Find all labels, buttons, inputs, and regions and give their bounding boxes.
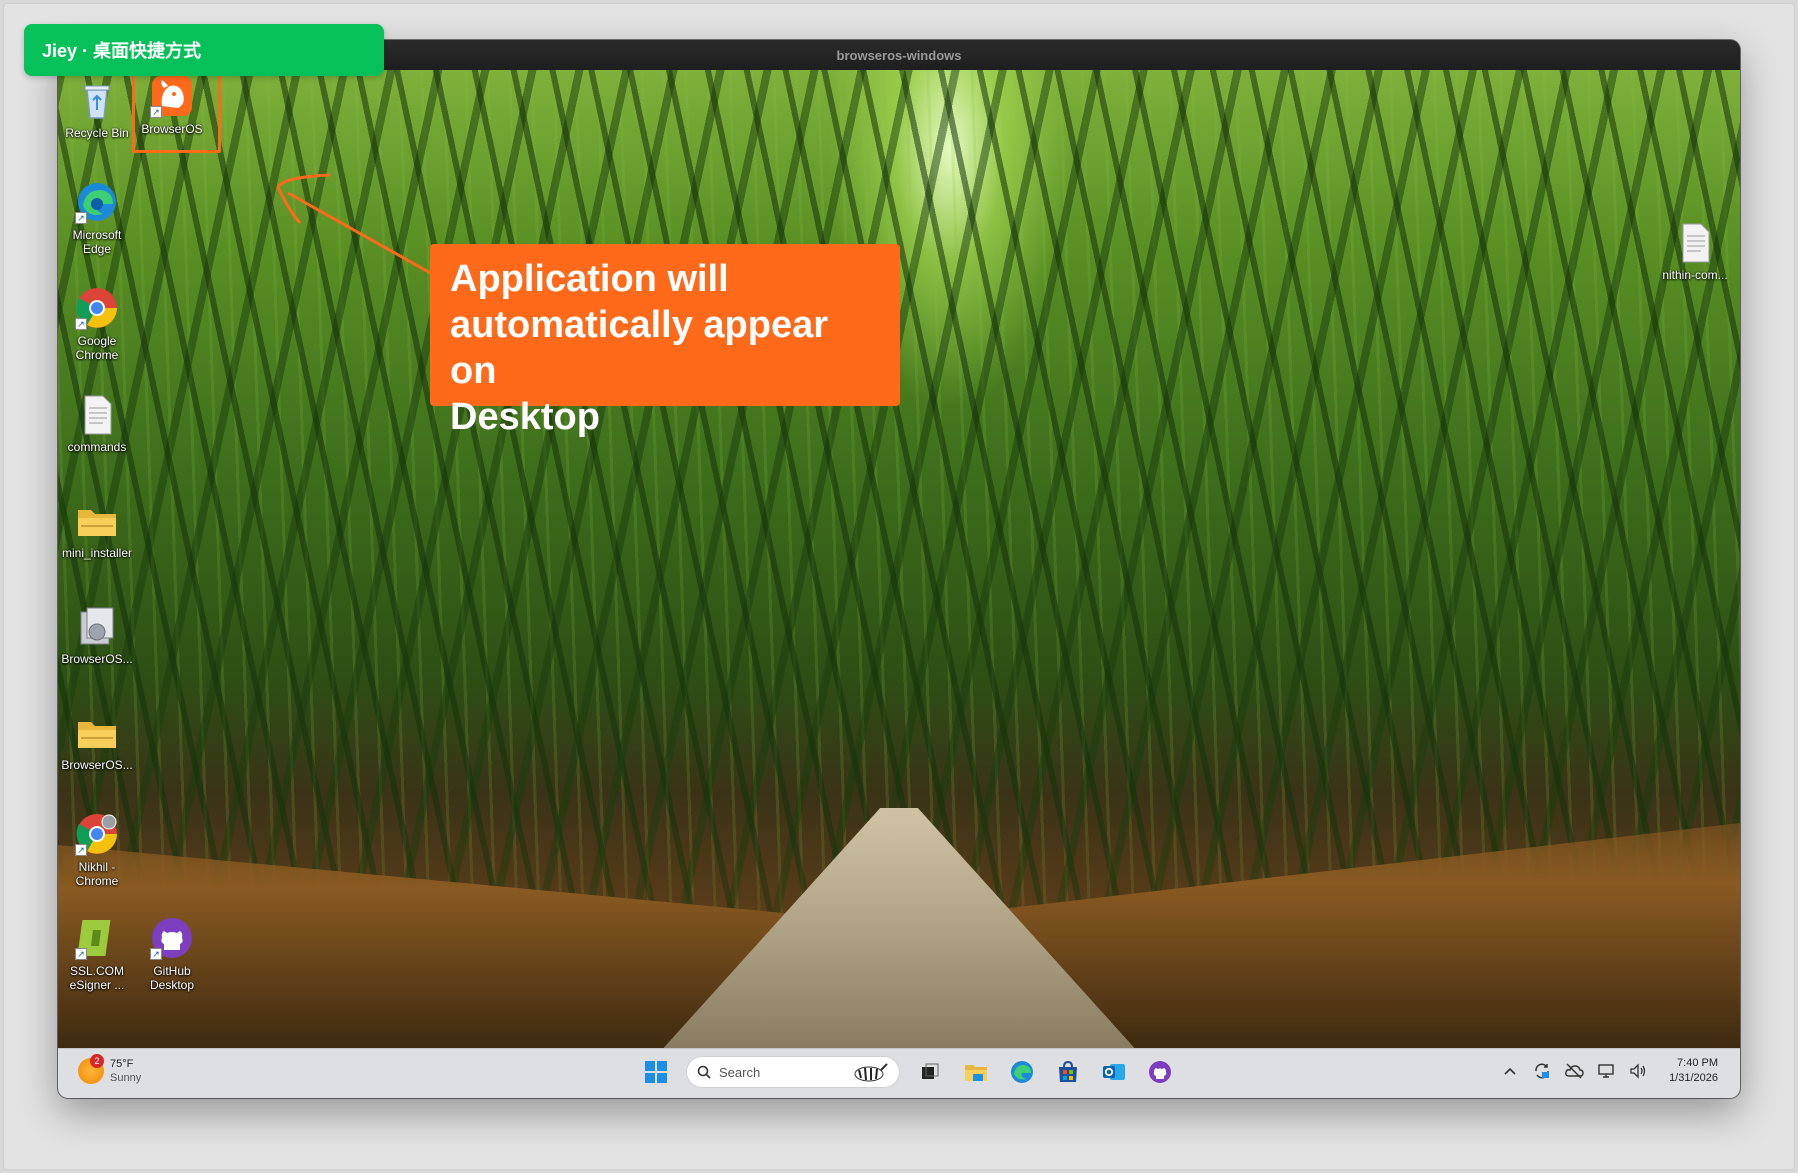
desktop-icon-edge[interactable]: ↗ Microsoft Edge — [60, 180, 134, 256]
github-label-line2: Desktop — [149, 978, 195, 992]
windows-logo-icon — [645, 1061, 667, 1083]
edge-icon: ↗ — [75, 180, 119, 224]
folder-icon — [75, 498, 119, 542]
annotation-line-3: Desktop — [450, 396, 600, 438]
esigner-icon: ↗ — [75, 916, 119, 960]
taskbar-center: Search — [640, 1056, 1176, 1088]
annotation-callout: Application will automatically appear on… — [430, 244, 900, 438]
desktop-icon-sslcom-esigner[interactable]: ↗ SSL.COM eSigner ... — [60, 916, 134, 992]
outlook-button[interactable] — [1098, 1056, 1130, 1088]
desktop-icon-commands[interactable]: commands — [60, 392, 134, 454]
chrome-icon: ↗ — [75, 286, 119, 330]
cloud-off-icon[interactable] — [1563, 1060, 1585, 1082]
desktop-icon-browseros-folder[interactable]: BrowserOS... — [60, 710, 134, 772]
desktop-icon-nithin-file[interactable]: nithin-com... — [1654, 220, 1736, 282]
github-label-line1: GitHub — [153, 964, 191, 978]
desktop-icon-mini-installer[interactable]: mini_installer — [60, 498, 134, 560]
task-view-icon — [922, 1063, 939, 1079]
sun-icon: 2 — [78, 1054, 104, 1084]
task-view-button[interactable] — [914, 1056, 946, 1088]
remote-window: browseros-windows Recycle Bin ↗ BrowserO… — [58, 40, 1740, 1098]
sslcom-label-line2: eSigner ... — [69, 978, 125, 992]
desktop[interactable]: Recycle Bin ↗ BrowserOS ↗ Microsoft Edge… — [58, 70, 1740, 1048]
browseros-folder-label: BrowserOS... — [61, 758, 133, 772]
sync-icon[interactable] — [1531, 1060, 1553, 1082]
github-taskbar-button[interactable] — [1144, 1056, 1176, 1088]
system-tray: 7:40 PM 1/31/2026 — [1499, 1056, 1718, 1086]
zebra-highlight-icon — [854, 1063, 888, 1082]
annotation-line-2: automatically appear on — [450, 304, 829, 392]
chrome-profile-icon: ↗ — [75, 812, 119, 856]
network-icon[interactable] — [1595, 1060, 1617, 1082]
sslcom-label-line1: SSL.COM — [69, 964, 124, 978]
weather-widget[interactable]: 2 75°F Sunny — [78, 1054, 142, 1085]
chrome-label-line2: Chrome — [75, 348, 119, 362]
edge-label-line2: Edge — [82, 242, 112, 256]
window-title: browseros-windows — [836, 47, 962, 63]
edge-label-line1: Microsoft — [72, 228, 122, 242]
github-desktop-icon — [1149, 1061, 1171, 1083]
chevron-up-icon[interactable] — [1499, 1060, 1521, 1082]
desktop-icon-recycle-bin[interactable]: Recycle Bin — [60, 78, 134, 140]
search-label: Search — [719, 1064, 761, 1080]
start-button[interactable] — [640, 1056, 672, 1088]
edge-taskbar-button[interactable] — [1006, 1056, 1038, 1088]
edge-icon — [1011, 1061, 1033, 1083]
nikhil-chrome-label-line2: Chrome — [75, 874, 119, 888]
shortcut-arrow-icon: ↗ — [75, 844, 87, 856]
browseros-highlight-box — [132, 70, 221, 153]
outlook-icon — [1103, 1064, 1125, 1080]
text-file-icon — [1673, 220, 1717, 264]
nithin-label: nithin-com... — [1662, 268, 1728, 282]
shortcut-arrow-icon: ↗ — [150, 948, 162, 960]
mini-installer-label: mini_installer — [61, 546, 133, 560]
notification-badge: 2 — [90, 1054, 104, 1068]
search-icon — [697, 1065, 711, 1079]
chrome-label-line1: Google — [77, 334, 117, 348]
desktop-icon-nikhil-chrome[interactable]: ↗ Nikhil - Chrome — [60, 812, 134, 888]
brand-tag: Jiey · 桌面快捷方式 — [24, 24, 384, 76]
file-explorer-button[interactable] — [960, 1056, 992, 1088]
folder-icon — [75, 710, 119, 754]
desktop-icon-browseros-installer[interactable]: BrowserOS... — [60, 604, 134, 666]
taskbar-clock[interactable]: 7:40 PM 1/31/2026 — [1669, 1056, 1718, 1086]
desktop-icon-github-desktop[interactable]: ↗ GitHub Desktop — [135, 916, 209, 992]
taskbar-search[interactable]: Search — [686, 1056, 900, 1088]
annotation-line-1: Application will — [450, 258, 729, 300]
shortcut-arrow-icon: ↗ — [75, 318, 87, 330]
brand-tag-label: Jiey · 桌面快捷方式 — [42, 41, 202, 61]
volume-icon[interactable] — [1627, 1060, 1649, 1082]
shortcut-arrow-icon: ↗ — [75, 948, 87, 960]
browseros-installer-label: BrowserOS... — [61, 652, 133, 666]
recycle-bin-icon — [75, 78, 119, 122]
taskbar: 2 75°F Sunny Search 7:40 PM 1/31/2026 — [58, 1048, 1740, 1098]
clock-time: 7:40 PM — [1677, 1057, 1718, 1069]
text-file-icon — [75, 392, 119, 436]
folder-icon — [965, 1065, 987, 1081]
commands-label: commands — [67, 440, 127, 454]
shortcut-arrow-icon: ↗ — [75, 212, 87, 224]
nikhil-chrome-label-line1: Nikhil - — [78, 860, 116, 874]
github-desktop-icon: ↗ — [150, 916, 194, 960]
desktop-icon-chrome[interactable]: ↗ Google Chrome — [60, 286, 134, 362]
store-icon — [1059, 1061, 1077, 1082]
store-button[interactable] — [1052, 1056, 1084, 1088]
clock-date: 1/31/2026 — [1669, 1072, 1718, 1084]
installer-icon — [75, 604, 119, 648]
recycle-bin-label: Recycle Bin — [65, 126, 129, 140]
weather-condition: Sunny — [110, 1072, 142, 1084]
weather-temp: 75°F — [110, 1058, 134, 1070]
